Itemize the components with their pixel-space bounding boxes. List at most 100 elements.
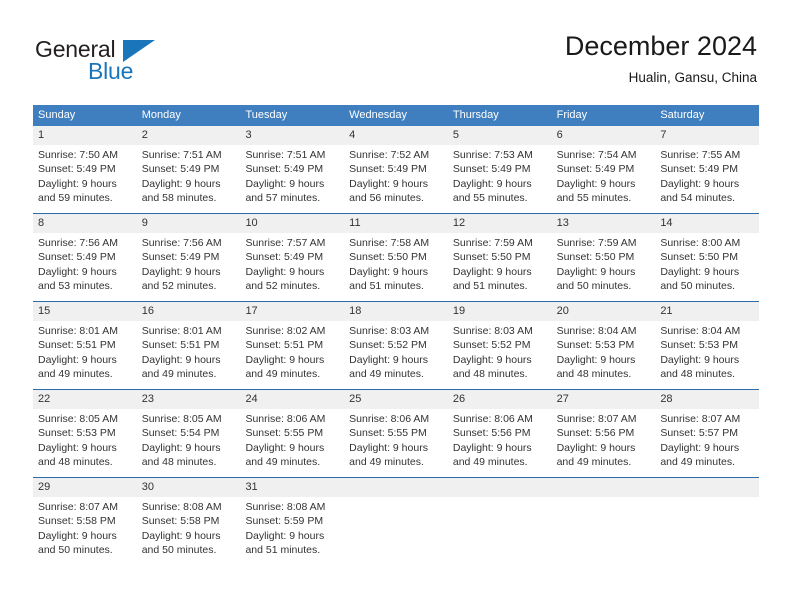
day-number[interactable]: 9 (137, 214, 241, 233)
day-number[interactable]: 21 (655, 302, 759, 321)
daylight-text-line2: and 54 minutes. (660, 192, 736, 205)
day-cell[interactable]: Sunrise: 8:06 AM Sunset: 5:55 PM Dayligh… (240, 409, 344, 477)
day-number[interactable]: 6 (552, 126, 656, 145)
day-cell[interactable]: Sunrise: 8:06 AM Sunset: 5:55 PM Dayligh… (344, 409, 448, 477)
daylight-text-line1: Daylight: 9 hours (556, 177, 636, 190)
day-number[interactable]: 3 (240, 126, 344, 145)
daylight-text-line1: Daylight: 9 hours (38, 353, 117, 366)
sunset-text: Sunset: 5:49 PM (556, 163, 635, 176)
day-number[interactable]: 20 (552, 302, 656, 321)
day-number[interactable]: 2 (137, 126, 241, 145)
day-number[interactable]: 10 (240, 214, 344, 233)
day-number[interactable]: 5 (448, 126, 552, 145)
day-cell[interactable]: Sunrise: 7:59 AM Sunset: 5:50 PM Dayligh… (552, 233, 656, 301)
day-number[interactable]: 19 (448, 302, 552, 321)
day-number[interactable]: 12 (448, 214, 552, 233)
sunrise-text: Sunrise: 8:06 AM (452, 413, 533, 425)
day-number[interactable]: 17 (240, 302, 344, 321)
day-cell[interactable]: Sunrise: 8:00 AM Sunset: 5:50 PM Dayligh… (655, 233, 759, 301)
day-number[interactable]: 13 (552, 214, 656, 233)
sunrise-text: Sunrise: 8:04 AM (660, 325, 741, 337)
day-cell[interactable]: Sunrise: 7:56 AM Sunset: 5:49 PM Dayligh… (137, 233, 241, 301)
day-number[interactable]: 29 (33, 478, 137, 497)
day-cell[interactable]: Sunrise: 8:06 AM Sunset: 5:56 PM Dayligh… (448, 409, 552, 477)
day-cell[interactable]: Sunrise: 7:55 AM Sunset: 5:49 PM Dayligh… (655, 145, 759, 213)
sunset-text: Sunset: 5:58 PM (141, 515, 220, 528)
day-number[interactable]: 11 (344, 214, 448, 233)
day-cell[interactable]: Sunrise: 8:01 AM Sunset: 5:51 PM Dayligh… (137, 321, 241, 389)
sunset-text: Sunset: 5:49 PM (141, 251, 220, 264)
day-number[interactable]: 23 (137, 390, 241, 409)
day-cell[interactable]: Sunrise: 8:03 AM Sunset: 5:52 PM Dayligh… (344, 321, 448, 389)
daylight-text-line1: Daylight: 9 hours (660, 177, 740, 190)
day-cell[interactable]: Sunrise: 7:52 AM Sunset: 5:49 PM Dayligh… (344, 145, 448, 213)
sunrise-text: Sunrise: 7:54 AM (556, 149, 637, 161)
day-cell[interactable]: Sunrise: 7:53 AM Sunset: 5:49 PM Dayligh… (448, 145, 552, 213)
sunrise-text: Sunrise: 8:01 AM (38, 325, 118, 337)
sunrise-text: Sunrise: 7:59 AM (452, 237, 533, 249)
daylight-text-line2: and 48 minutes. (556, 368, 632, 381)
day-cell[interactable]: Sunrise: 8:01 AM Sunset: 5:51 PM Dayligh… (33, 321, 137, 389)
day-cell[interactable]: Sunrise: 8:07 AM Sunset: 5:57 PM Dayligh… (655, 409, 759, 477)
sunset-text: Sunset: 5:51 PM (141, 339, 220, 352)
day-cell[interactable]: Sunrise: 8:05 AM Sunset: 5:53 PM Dayligh… (33, 409, 137, 477)
page-header: General Blue December 2024 Hualin, Gansu… (0, 0, 792, 100)
week-daynumber-band: 22 23 24 25 26 27 28 (33, 390, 759, 409)
day-cell[interactable]: Sunrise: 7:57 AM Sunset: 5:49 PM Dayligh… (240, 233, 344, 301)
daylight-text-line2: and 52 minutes. (141, 280, 217, 293)
day-number[interactable]: 30 (137, 478, 241, 497)
day-number[interactable]: 4 (344, 126, 448, 145)
day-cell[interactable]: Sunrise: 8:02 AM Sunset: 5:51 PM Dayligh… (240, 321, 344, 389)
sunrise-text: Sunrise: 8:07 AM (38, 501, 118, 513)
day-cell[interactable]: Sunrise: 8:04 AM Sunset: 5:53 PM Dayligh… (655, 321, 759, 389)
day-number-empty (344, 478, 448, 497)
daylight-text-line1: Daylight: 9 hours (349, 353, 428, 366)
day-number[interactable]: 14 (655, 214, 759, 233)
general-blue-logo[interactable]: General Blue (35, 36, 235, 92)
day-number[interactable]: 27 (552, 390, 656, 409)
day-number[interactable]: 8 (33, 214, 137, 233)
daylight-text-line1: Daylight: 9 hours (452, 265, 532, 278)
day-number-empty (448, 478, 552, 497)
calendar-week-row: 1 2 3 4 5 6 7 Sunrise: 7:50 AM Sunset: 5… (33, 126, 759, 213)
day-number[interactable]: 28 (655, 390, 759, 409)
day-number[interactable]: 16 (137, 302, 241, 321)
day-cell[interactable]: Sunrise: 8:07 AM Sunset: 5:56 PM Dayligh… (552, 409, 656, 477)
day-cell[interactable]: Sunrise: 8:07 AM Sunset: 5:58 PM Dayligh… (33, 497, 137, 565)
day-cell[interactable]: Sunrise: 7:54 AM Sunset: 5:49 PM Dayligh… (552, 145, 656, 213)
day-cell[interactable]: Sunrise: 8:08 AM Sunset: 5:59 PM Dayligh… (240, 497, 344, 565)
day-number[interactable]: 26 (448, 390, 552, 409)
day-cell[interactable]: Sunrise: 7:50 AM Sunset: 5:49 PM Dayligh… (33, 145, 137, 213)
day-cell[interactable]: Sunrise: 7:56 AM Sunset: 5:49 PM Dayligh… (33, 233, 137, 301)
daylight-text-line1: Daylight: 9 hours (245, 353, 325, 366)
sunset-text: Sunset: 5:52 PM (452, 339, 531, 352)
weekday-header-sunday: Sunday (38, 109, 76, 121)
day-number[interactable]: 18 (344, 302, 448, 321)
sunset-text: Sunset: 5:59 PM (245, 515, 324, 528)
day-cell[interactable]: Sunrise: 7:59 AM Sunset: 5:50 PM Dayligh… (448, 233, 552, 301)
day-number[interactable]: 24 (240, 390, 344, 409)
daylight-text-line2: and 48 minutes. (660, 368, 736, 381)
sunrise-text: Sunrise: 7:59 AM (556, 237, 637, 249)
day-cell[interactable]: Sunrise: 8:03 AM Sunset: 5:52 PM Dayligh… (448, 321, 552, 389)
weekday-header-saturday: Saturday (660, 109, 705, 121)
day-cell[interactable]: Sunrise: 8:08 AM Sunset: 5:58 PM Dayligh… (137, 497, 241, 565)
day-number[interactable]: 1 (33, 126, 137, 145)
day-number[interactable]: 31 (240, 478, 344, 497)
day-number[interactable]: 25 (344, 390, 448, 409)
day-cell[interactable]: Sunrise: 7:51 AM Sunset: 5:49 PM Dayligh… (137, 145, 241, 213)
day-number[interactable]: 22 (33, 390, 137, 409)
day-cell[interactable]: Sunrise: 8:05 AM Sunset: 5:54 PM Dayligh… (137, 409, 241, 477)
sunrise-text: Sunrise: 8:06 AM (349, 413, 430, 425)
day-cell[interactable]: Sunrise: 7:51 AM Sunset: 5:49 PM Dayligh… (240, 145, 344, 213)
day-cell-empty (655, 497, 759, 565)
week-daynumber-band: 8 9 10 11 12 13 14 (33, 214, 759, 233)
weekday-header-tuesday: Tuesday (245, 109, 288, 121)
day-number[interactable]: 7 (655, 126, 759, 145)
daylight-text-line2: and 49 minutes. (349, 368, 424, 381)
weekday-header-row: Sunday Monday Tuesday Wednesday Thursday… (33, 105, 759, 126)
sunrise-text: Sunrise: 7:55 AM (660, 149, 741, 161)
day-number[interactable]: 15 (33, 302, 137, 321)
day-cell[interactable]: Sunrise: 7:58 AM Sunset: 5:50 PM Dayligh… (344, 233, 448, 301)
day-cell[interactable]: Sunrise: 8:04 AM Sunset: 5:53 PM Dayligh… (552, 321, 656, 389)
